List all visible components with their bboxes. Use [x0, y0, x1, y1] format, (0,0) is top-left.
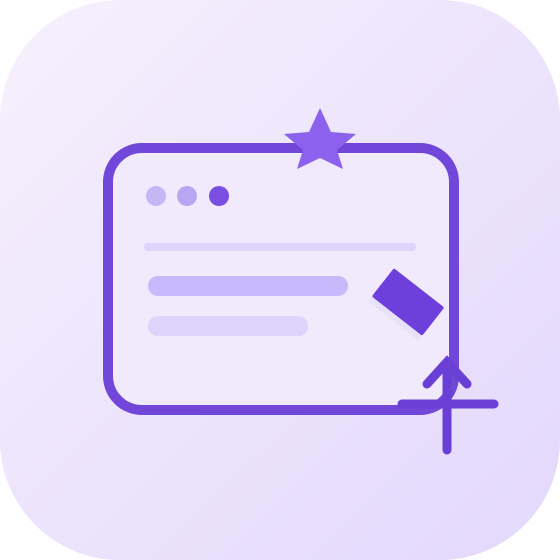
window-dot-2	[177, 186, 197, 206]
content-line-2	[148, 316, 308, 336]
content-line-1	[148, 276, 348, 296]
app-icon	[0, 0, 560, 560]
window-divider	[144, 243, 416, 251]
window-dot-1	[146, 186, 166, 206]
window-dot-3	[209, 186, 229, 206]
app-icon-graphic	[0, 0, 560, 560]
